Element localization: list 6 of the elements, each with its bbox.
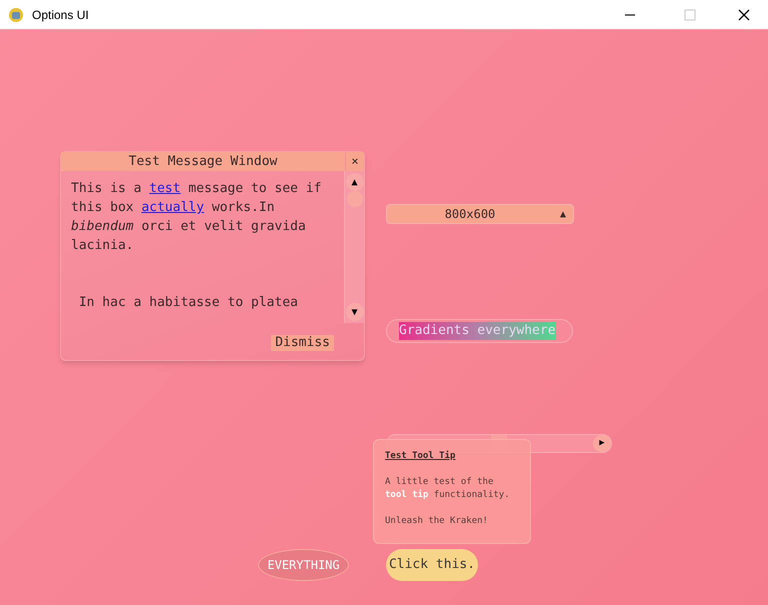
tooltip-text: Unleash the Kraken! bbox=[385, 515, 488, 528]
tooltip-title: Test Tool Tip bbox=[385, 450, 456, 463]
message-text: In hac a habitasse to platea bbox=[78, 294, 299, 312]
tooltip-text: A little test of the tool tip functionality. bbox=[385, 476, 511, 502]
window-title: Options UI bbox=[32, 6, 89, 22]
message-text: This is a test message to see if this box actually works.In bibendum orci et velit gravida lacinia. bbox=[71, 180, 322, 255]
